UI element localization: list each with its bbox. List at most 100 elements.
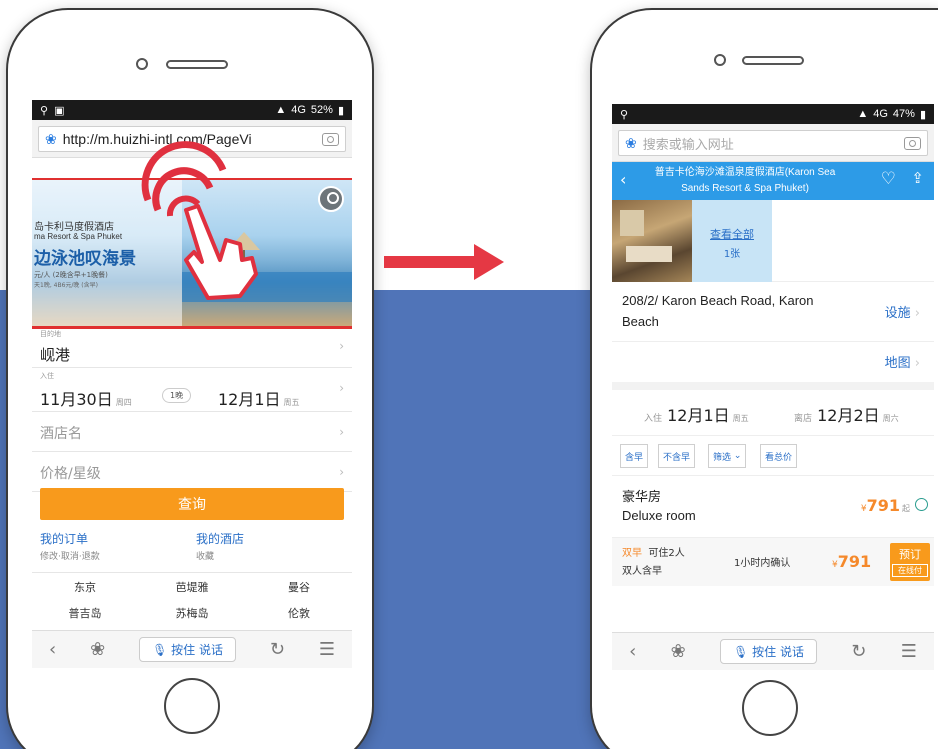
voice-input-button[interactable]: 🎙 按住 说话 <box>139 637 236 662</box>
facilities-link[interactable]: 设施 › <box>885 302 920 321</box>
baidu-paw-icon: ❀ <box>45 130 57 147</box>
back-icon[interactable]: ‹ <box>629 641 636 662</box>
heart-icon[interactable]: ♡ <box>881 169 896 189</box>
my-orders-link[interactable]: 我的订单 修改·取消·退款 <box>40 530 100 562</box>
baidu-paw-icon[interactable]: ❀ <box>90 639 105 660</box>
banner-line-4: 元/人 (2晚含早+1晚餐) <box>34 271 108 279</box>
camera-search-icon[interactable] <box>904 136 921 150</box>
price-star-row[interactable]: 价格/星级 › <box>32 452 352 492</box>
network-label: 4G <box>873 107 888 120</box>
banner-headline: 边泳池叹海景 <box>34 249 136 269</box>
room-price: ¥791 起 <box>861 496 910 515</box>
filter-breakfast[interactable]: 含早 <box>620 444 649 468</box>
book-button[interactable]: 预订 在线付 <box>890 543 930 581</box>
chevron-down-icon: ⌄ <box>733 451 742 461</box>
price-star-placeholder: 价格/星级 <box>40 466 101 482</box>
chevron-right-icon: › <box>914 306 920 321</box>
checkout-date: 12月2日 <box>817 406 880 425</box>
filter-no-breakfast[interactable]: 不含早 <box>658 444 696 468</box>
search-input[interactable]: ❀ 搜索或输入网址 <box>618 130 928 156</box>
user-icon[interactable] <box>318 186 344 212</box>
city-link[interactable]: 芭堤雅 <box>139 579 245 595</box>
filter-label: 筛选 <box>713 452 732 463</box>
camera-search-icon[interactable] <box>322 132 339 146</box>
book-label: 预订 <box>899 548 921 561</box>
checkin-weekday: 周五 <box>732 414 749 423</box>
checkout-label: 离店 <box>794 414 813 424</box>
address-bar: ❀ 搜索或输入网址 <box>612 124 934 162</box>
room-name-en: Deluxe room <box>622 508 696 523</box>
price-suffix: 起 <box>902 504 910 513</box>
rate-price-value: 791 <box>837 552 872 571</box>
city-link[interactable]: 苏梅岛 <box>139 605 245 621</box>
home-button[interactable] <box>742 680 798 736</box>
destination-value: 岘港 <box>40 346 71 364</box>
my-orders-title: 我的订单 <box>40 532 89 546</box>
destination-label: 目的地 <box>40 330 61 338</box>
rate-price: ¥791 <box>832 552 871 571</box>
rate-breakfast: 双早 可住2人 <box>622 544 685 559</box>
collapse-icon[interactable] <box>915 498 928 511</box>
stay-dates[interactable]: 入住 12月1日 周五 离店 12月2日 周六 <box>612 390 934 436</box>
voice-label: 按住 说话 <box>171 643 223 657</box>
hotel-name-row[interactable]: 酒店名 › <box>32 412 352 452</box>
battery-icon: ▮ <box>919 108 926 121</box>
checkout-date-text: 12月1日 <box>218 390 281 409</box>
left-screen: ⚲ ▣ ▲ 4G 52% ▮ ❀ http://m.huizhi-intl.com… <box>32 100 352 668</box>
query-button[interactable]: 查询 <box>40 488 344 520</box>
battery-icon: ▮ <box>337 104 344 117</box>
signal-icon: ▲ <box>857 107 869 120</box>
city-link[interactable]: 伦敦 <box>246 605 352 621</box>
checkin-weekday: 周四 <box>115 398 132 407</box>
refresh-icon[interactable]: ↻ <box>851 641 866 662</box>
destination-row[interactable]: 目的地 岘港 › <box>32 326 352 368</box>
hotel-name-placeholder: 酒店名 <box>40 426 82 442</box>
chevron-right-icon: › <box>339 425 344 439</box>
search-icon: ⚲ <box>620 107 629 121</box>
my-hotels-title: 我的酒店 <box>196 532 245 546</box>
room-type-row[interactable]: 豪华房 Deluxe room ¥791 起 <box>612 476 934 538</box>
right-phone: ⚲ ▲ 4G 47% ▮ ❀ 搜索或输入网址 ‹ 普吉卡伦海沙滩温泉度假酒店(K… <box>590 8 938 749</box>
menu-icon[interactable]: ☰ <box>901 641 917 662</box>
city-link[interactable]: 普吉岛 <box>32 605 138 621</box>
status-bar: ⚲ ▣ ▲ 4G 52% ▮ <box>32 100 352 120</box>
filter-bar: 含早 不含早 筛选 ⌄ 看总价 <box>612 436 934 476</box>
filter-total-price[interactable]: 看总价 <box>760 444 798 468</box>
photo-count: 1张 <box>723 249 741 260</box>
home-button[interactable] <box>164 678 220 734</box>
my-hotels-link[interactable]: 我的酒店 收藏 <box>196 530 244 562</box>
date-row[interactable]: 入住 11月30日 周四 1晚 12月1日 周五 › <box>32 368 352 412</box>
city-link[interactable]: 曼谷 <box>246 579 352 595</box>
checkin-label: 入住 <box>40 372 54 380</box>
browser-toolbar: ‹ ❀ 🎙 按住 说话 ↻ ☰ <box>612 632 934 670</box>
checkout-weekday: 周五 <box>283 398 300 407</box>
hotel-title: 普吉卡伦海沙滩温泉度假酒店(Karon Sea Sands Resort & S… <box>654 167 836 194</box>
refresh-icon[interactable]: ↻ <box>270 639 285 660</box>
microphone-icon: 🎙 <box>152 643 168 657</box>
view-all-photos[interactable]: 查看全部 1张 <box>692 200 772 282</box>
back-icon[interactable]: ‹ <box>49 639 56 660</box>
network-label: 4G <box>291 103 306 116</box>
map-link[interactable]: 地图 › <box>885 352 920 371</box>
baidu-paw-icon[interactable]: ❀ <box>671 641 686 662</box>
room-price-value: 791 <box>866 496 900 515</box>
nights-badge: 1晚 <box>162 388 192 403</box>
back-arrow-icon[interactable]: ‹ <box>620 170 626 189</box>
checkin-date-text: 11月30日 <box>40 390 113 409</box>
hotel-header: ‹ 普吉卡伦海沙滩温泉度假酒店(Karon Sea Sands Resort &… <box>612 162 934 200</box>
confirm-time: 1小时内确认 <box>734 558 791 569</box>
share-icon[interactable]: ⇪ <box>911 169 924 187</box>
room-photo[interactable] <box>612 200 692 282</box>
checkout-weekday: 周六 <box>882 414 899 423</box>
menu-icon[interactable]: ☰ <box>319 639 335 660</box>
voice-input-button[interactable]: 🎙 按住 说话 <box>720 639 817 664</box>
tap-gesture-icon <box>141 141 258 300</box>
checkin-date: 11月30日 周四 <box>40 386 132 410</box>
voice-label: 按住 说话 <box>752 645 804 659</box>
chevron-right-icon: › <box>914 356 920 371</box>
banner-line-2: ma Resort & Spa Phuket <box>34 232 123 241</box>
search-placeholder: 搜索或输入网址 <box>642 136 734 152</box>
filter-dropdown[interactable]: 筛选 ⌄ <box>708 444 747 468</box>
city-link[interactable]: 东京 <box>32 579 138 595</box>
checkout-date: 12月1日 周五 <box>218 386 300 410</box>
